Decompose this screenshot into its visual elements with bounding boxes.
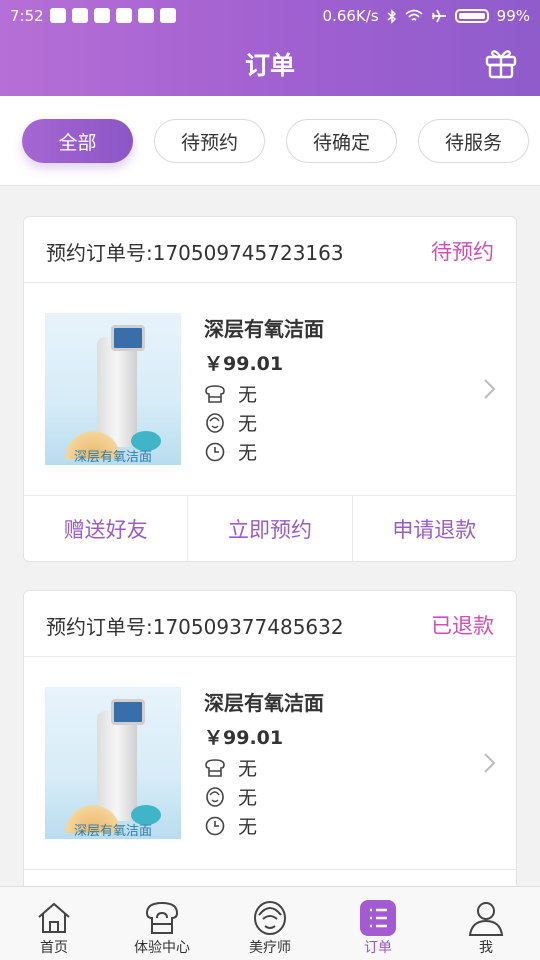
user-icon bbox=[468, 902, 504, 936]
home-icon bbox=[38, 902, 70, 933]
tab-all[interactable]: 全部 bbox=[22, 119, 133, 163]
order-card-header: 预约订单号:170509377485632 已退款 bbox=[24, 591, 516, 657]
status-bar: 7:52 0.66K/s 99% bbox=[0, 0, 540, 32]
therapist-icon bbox=[254, 901, 286, 935]
notification-icon bbox=[116, 8, 132, 23]
store-row: 无 bbox=[204, 754, 257, 781]
order-card: 预约订单号:170509745723163 待预约 深层有氧洁面 深层有氧洁面 … bbox=[23, 216, 517, 562]
store-value: 无 bbox=[238, 384, 258, 406]
chevron-right-icon[interactable] bbox=[482, 377, 498, 401]
therapist-row: 无 bbox=[204, 783, 257, 810]
network-speed: 0.66K/s bbox=[322, 7, 379, 25]
nav-label: 首页 bbox=[40, 940, 68, 956]
product-price: ￥99.01 bbox=[204, 727, 284, 749]
therapist-icon bbox=[206, 412, 224, 433]
order-actions: 赠送好友 立即预约 申请退款 bbox=[24, 495, 516, 561]
gift-icon[interactable] bbox=[484, 46, 518, 80]
order-product[interactable]: 深层有氧洁面 深层有氧洁面 ￥99.01 无 无 无 bbox=[24, 283, 516, 495]
page-title: 订单 bbox=[244, 51, 295, 80]
nav-label: 我 bbox=[479, 940, 493, 956]
product-name: 深层有氧洁面 bbox=[204, 317, 324, 341]
order-status: 已退款 bbox=[431, 614, 494, 638]
nav-me[interactable]: 我 bbox=[432, 887, 540, 960]
product-image-caption: 深层有氧洁面 bbox=[73, 824, 152, 839]
notification-icon bbox=[138, 8, 154, 23]
bottom-nav: 首页 体验中心 美疗师 订单 我 bbox=[0, 886, 540, 960]
nav-experience-center[interactable]: 体验中心 bbox=[108, 887, 216, 960]
battery-icon bbox=[454, 9, 489, 23]
therapist-value: 无 bbox=[238, 787, 258, 809]
notification-icon bbox=[72, 8, 88, 23]
therapist-value: 无 bbox=[238, 413, 258, 435]
product-image-caption: 深层有氧洁面 bbox=[73, 450, 152, 465]
order-list-icon bbox=[360, 900, 396, 936]
nav-label: 体验中心 bbox=[134, 940, 190, 956]
clock-icon bbox=[205, 442, 225, 461]
order-card: 预约订单号:170509377485632 已退款 深层有氧洁面 深层有氧洁面 … bbox=[23, 590, 517, 910]
request-refund-button[interactable]: 申请退款 bbox=[351, 496, 516, 561]
tab-pending-booking[interactable]: 待预约 bbox=[154, 119, 265, 163]
nav-label: 美疗师 bbox=[249, 940, 291, 956]
notification-icon bbox=[94, 8, 110, 23]
order-number: 预约订单号:170509377485632 bbox=[46, 615, 344, 639]
nav-orders[interactable]: 订单 bbox=[324, 887, 432, 960]
card-divider bbox=[24, 869, 516, 870]
clock-icon bbox=[205, 816, 225, 835]
book-now-button[interactable]: 立即预约 bbox=[187, 496, 351, 561]
tab-pending-confirm[interactable]: 待确定 bbox=[286, 119, 397, 163]
store-icon bbox=[145, 901, 179, 934]
store-icon bbox=[205, 384, 225, 403]
chevron-right-icon[interactable] bbox=[482, 751, 498, 775]
order-product[interactable]: 深层有氧洁面 深层有氧洁面 ￥99.01 无 无 无 bbox=[24, 657, 516, 869]
airplane-icon bbox=[431, 9, 446, 23]
order-filter-tabs: 全部 待预约 待确定 待服务 bbox=[0, 96, 540, 186]
order-number: 预约订单号:170509745723163 bbox=[46, 241, 344, 265]
tab-pending-service[interactable]: 待服务 bbox=[418, 119, 529, 163]
time-value: 无 bbox=[238, 816, 258, 838]
notification-icon bbox=[50, 8, 66, 23]
order-card-header: 预约订单号:170509745723163 待预约 bbox=[24, 217, 516, 283]
nav-home[interactable]: 首页 bbox=[0, 887, 108, 960]
store-value: 无 bbox=[238, 758, 258, 780]
therapist-row: 无 bbox=[204, 409, 257, 436]
time-row: 无 bbox=[204, 812, 257, 839]
product-price: ￥99.01 bbox=[204, 353, 284, 375]
notification-icon bbox=[160, 8, 176, 23]
time-row: 无 bbox=[204, 438, 257, 465]
store-icon bbox=[205, 758, 225, 777]
product-image: 深层有氧洁面 bbox=[45, 313, 181, 465]
notification-icons bbox=[50, 8, 176, 23]
gift-to-friend-button[interactable]: 赠送好友 bbox=[24, 496, 187, 561]
nav-label: 订单 bbox=[364, 940, 392, 956]
therapist-icon bbox=[206, 786, 224, 807]
time-value: 无 bbox=[238, 442, 258, 464]
battery-percent: 99% bbox=[496, 7, 530, 25]
bluetooth-icon bbox=[387, 8, 396, 24]
store-row: 无 bbox=[204, 380, 257, 407]
product-image: 深层有氧洁面 bbox=[45, 687, 181, 839]
status-right: 0.66K/s 99% bbox=[323, 7, 530, 25]
nav-therapist[interactable]: 美疗师 bbox=[216, 887, 324, 960]
order-status: 待预约 bbox=[431, 240, 494, 264]
wifi-icon bbox=[405, 9, 423, 21]
product-name: 深层有氧洁面 bbox=[204, 691, 324, 715]
app-header: 7:52 0.66K/s 99% 订单 bbox=[0, 0, 540, 96]
status-time: 7:52 bbox=[10, 7, 44, 25]
